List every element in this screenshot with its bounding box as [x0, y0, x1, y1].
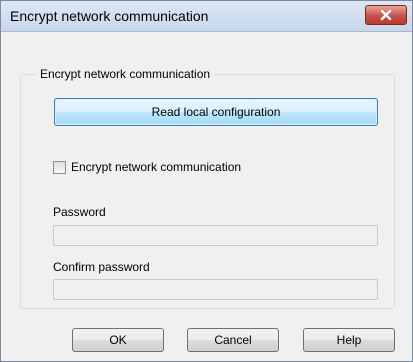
password-field[interactable]	[53, 225, 378, 246]
close-button[interactable]	[365, 5, 407, 25]
dialog-window: Encrypt network communication Encrypt ne…	[0, 0, 413, 362]
title-bar[interactable]: Encrypt network communication	[1, 1, 412, 32]
confirm-password-field[interactable]	[53, 279, 378, 300]
confirm-password-label: Confirm password	[53, 260, 150, 274]
ok-button[interactable]: OK	[72, 328, 164, 352]
encrypt-communication-checkbox[interactable]	[53, 161, 66, 174]
read-local-configuration-button[interactable]: Read local configuration	[54, 98, 378, 126]
help-button[interactable]: Help	[303, 328, 395, 352]
cancel-button[interactable]: Cancel	[187, 328, 279, 352]
password-label: Password	[53, 205, 106, 219]
close-icon	[380, 9, 392, 21]
encrypt-communication-checkbox-label[interactable]: Encrypt network communication	[71, 160, 241, 174]
group-box-label: Encrypt network communication	[36, 67, 215, 81]
window-title: Encrypt network communication	[10, 8, 209, 24]
